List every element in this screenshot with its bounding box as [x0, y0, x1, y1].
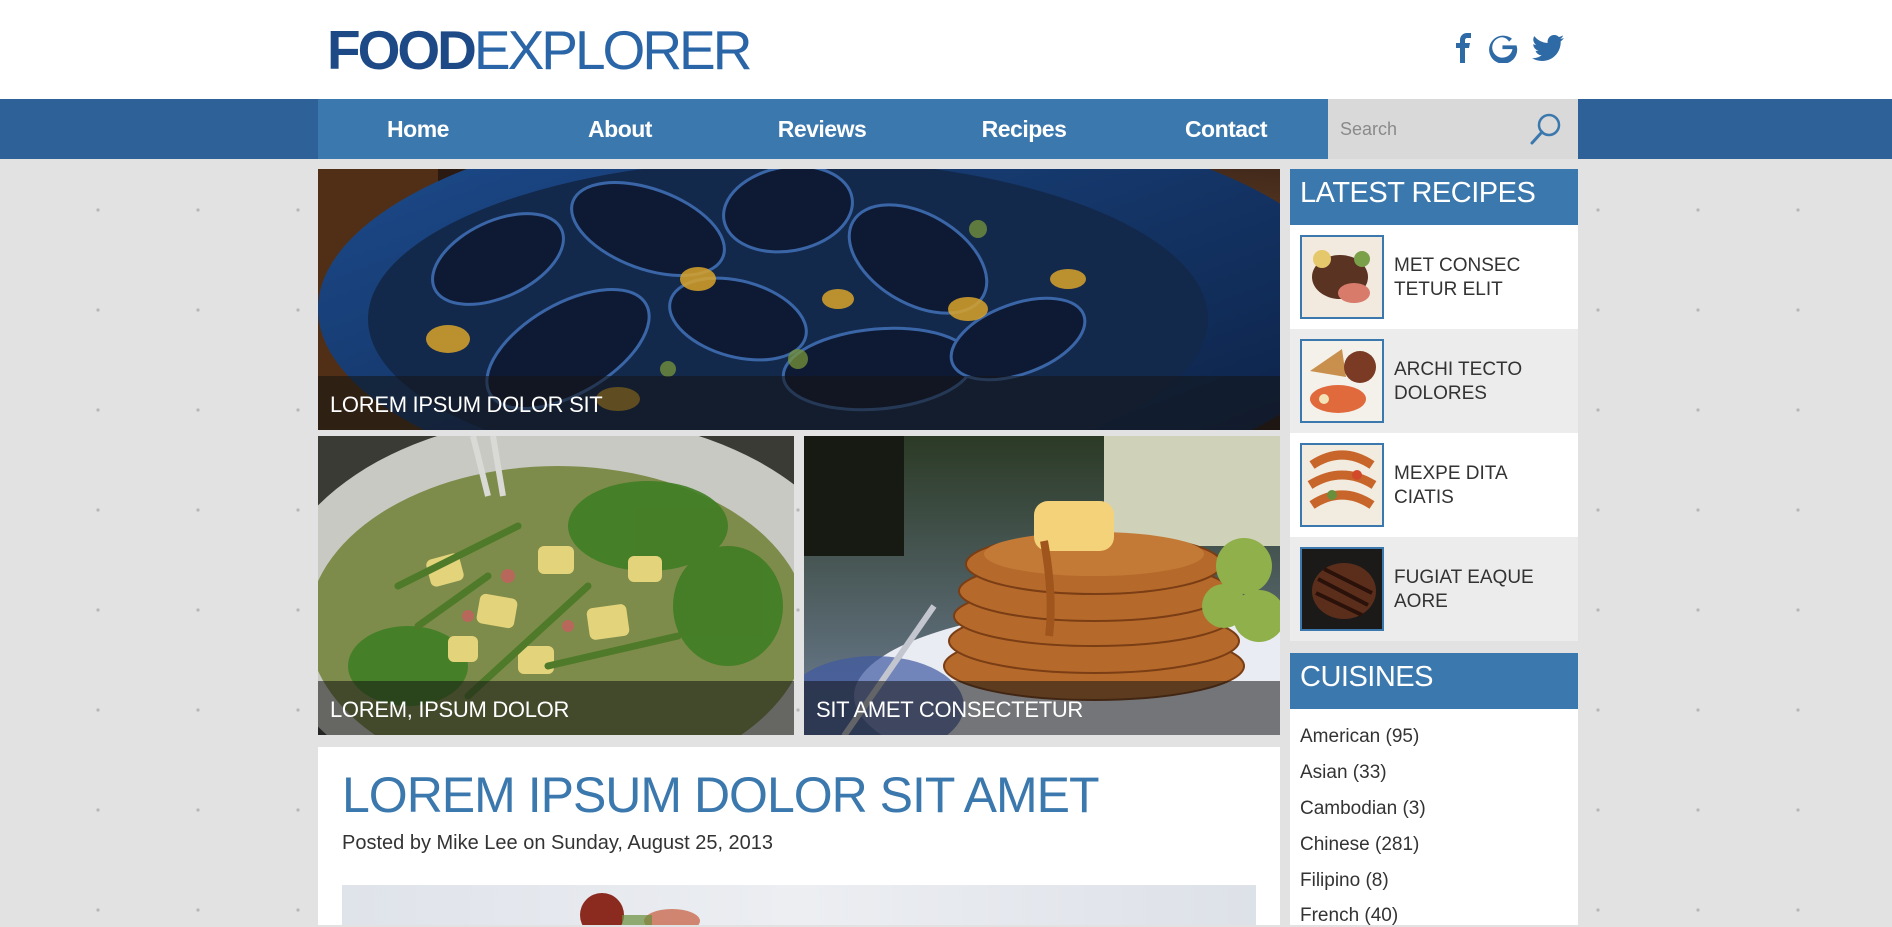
article-meta: Posted by Mike Lee on Sunday, August 25,…: [342, 832, 774, 854]
cuisine-link-filipino[interactable]: Filipino (8): [1300, 870, 1389, 892]
article-image: [342, 885, 1256, 925]
right-caption[interactable]: SIT AMET CONSECTETUR: [816, 697, 1083, 723]
cuisine-link-cambodian[interactable]: Cambodian (3): [1300, 798, 1426, 820]
nav-recipes[interactable]: Recipes: [944, 99, 1104, 159]
article-title[interactable]: LOREM IPSUM DOLOR SIT AMET: [342, 766, 1100, 824]
recipe-title[interactable]: MEXPE DITA CIATIS: [1394, 462, 1569, 510]
feature-right[interactable]: SIT AMET CONSECTETUR: [804, 436, 1280, 735]
site-logo[interactable]: FOODEXPLORER: [327, 18, 753, 82]
left-caption[interactable]: LOREM, IPSUM DOLOR: [330, 697, 569, 723]
cuisine-link-american[interactable]: American (95): [1300, 726, 1419, 748]
google-icon[interactable]: [1486, 30, 1520, 66]
hero-caption[interactable]: LOREM IPSUM DOLOR SIT: [330, 392, 603, 418]
hero-feature[interactable]: LOREM IPSUM DOLOR SIT: [318, 169, 1280, 430]
twitter-icon[interactable]: [1530, 30, 1566, 66]
recipe-thumb[interactable]: [1300, 547, 1384, 631]
recipe-thumb[interactable]: [1300, 443, 1384, 527]
cuisine-link-asian[interactable]: Asian (33): [1300, 762, 1387, 784]
feature-left[interactable]: LOREM, IPSUM DOLOR: [318, 436, 794, 735]
cuisines-heading: CUISINES: [1300, 661, 1433, 693]
nav-home[interactable]: Home: [338, 99, 498, 159]
facebook-icon[interactable]: [1454, 30, 1474, 66]
search-input[interactable]: [1328, 99, 1518, 159]
recipe-thumb[interactable]: [1300, 339, 1384, 423]
nav-about[interactable]: About: [540, 99, 700, 159]
logo-light: EXPLORER: [473, 19, 753, 81]
cuisine-link-chinese[interactable]: Chinese (281): [1300, 834, 1419, 856]
recipe-thumb[interactable]: [1300, 235, 1384, 319]
recipe-title[interactable]: FUGIAT EAQUE AORE: [1394, 566, 1569, 614]
recipe-title[interactable]: ARCHI TECTO DOLORES: [1394, 358, 1569, 406]
nav-contact[interactable]: Contact: [1146, 99, 1306, 159]
site-header: [0, 0, 1892, 99]
recipe-title[interactable]: MET CONSEC TETUR ELIT: [1394, 254, 1569, 302]
logo-bold: FOOD: [327, 19, 477, 81]
search-icon[interactable]: [1528, 111, 1564, 147]
cuisine-link-french[interactable]: French (40): [1300, 905, 1398, 927]
nav-reviews[interactable]: Reviews: [742, 99, 902, 159]
latest-recipes-heading: LATEST RECIPES: [1300, 177, 1536, 209]
